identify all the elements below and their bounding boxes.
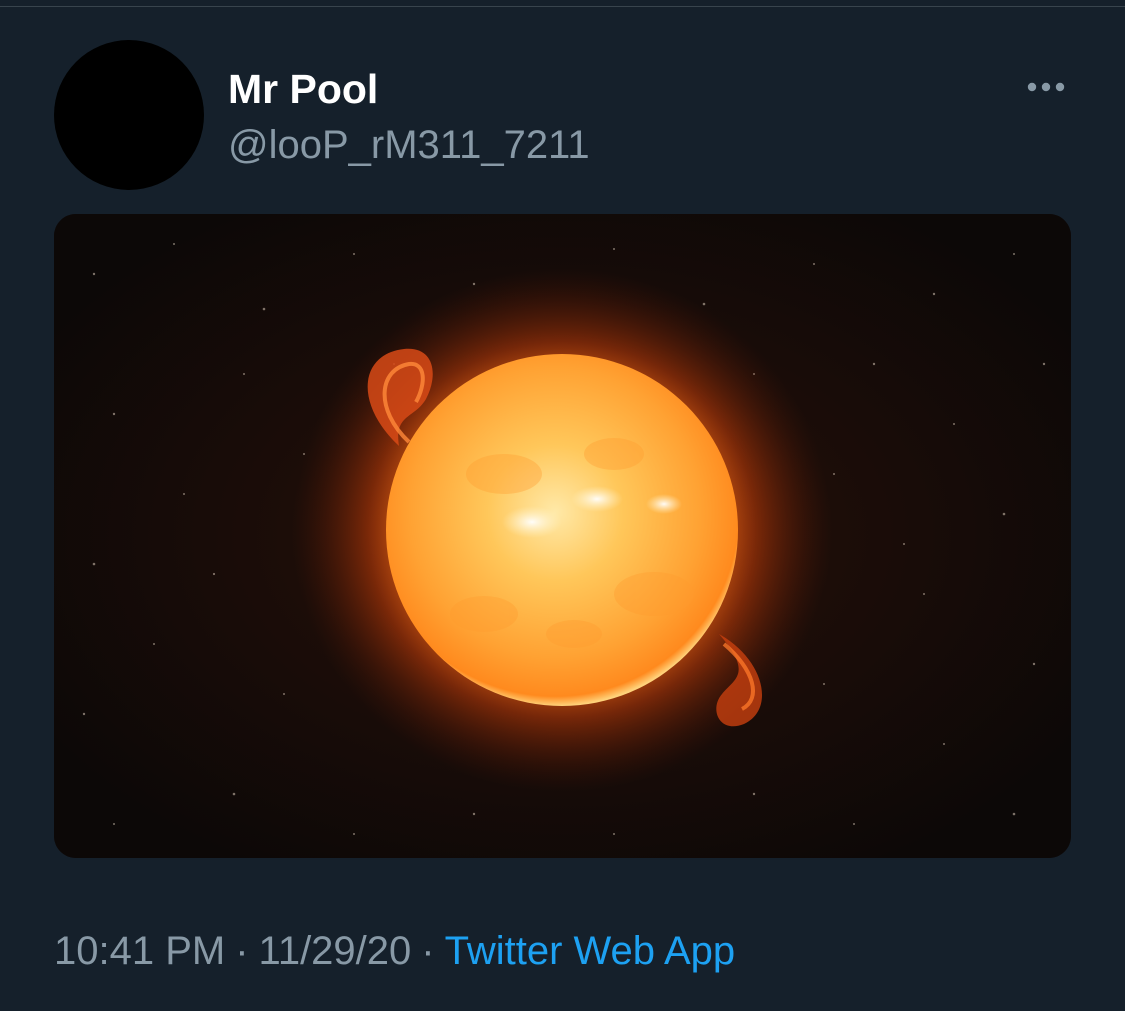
tweet-time[interactable]: 10:41 PM — [54, 929, 225, 973]
top-divider — [0, 0, 1125, 7]
meta-separator: · — [235, 929, 249, 973]
tweet-card[interactable]: Mr Pool @looP_rM311_7211 10:41 PM · 11/2… — [0, 8, 1125, 1011]
meta-separator: · — [421, 929, 435, 973]
more-horizontal-icon — [1027, 82, 1065, 92]
tweet-date[interactable]: 11/29/20 — [259, 929, 412, 973]
sun-star-image — [54, 214, 1071, 858]
tweet-meta: 10:41 PM · 11/29/20 · Twitter Web App — [54, 926, 735, 976]
avatar[interactable] — [54, 40, 204, 190]
author-handle[interactable]: @looP_rM311_7211 — [228, 122, 590, 168]
more-options-button[interactable] — [1022, 70, 1070, 104]
author-display-name[interactable]: Mr Pool — [228, 66, 378, 112]
tweet-media-image[interactable] — [54, 214, 1071, 858]
tweet-source-link[interactable]: Twitter Web App — [445, 929, 736, 973]
